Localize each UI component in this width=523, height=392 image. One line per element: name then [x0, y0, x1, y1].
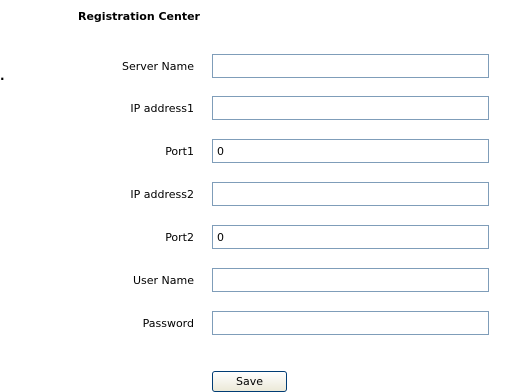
ip-address1-field[interactable] — [212, 96, 489, 120]
port2-field[interactable] — [212, 225, 489, 249]
ip-address2-label: IP address2 — [130, 188, 194, 201]
password-label: Password — [142, 317, 194, 330]
port2-row: Port2 — [0, 225, 523, 251]
password-field[interactable] — [212, 311, 489, 335]
user-name-row: User Name — [0, 268, 523, 294]
port1-field[interactable] — [212, 139, 489, 163]
user-name-label: User Name — [132, 274, 194, 287]
password-row: Password — [0, 311, 523, 337]
server-name-row: Server Name — [0, 54, 523, 80]
port1-label: Port1 — [165, 145, 194, 158]
page-title: Registration Center — [78, 10, 200, 23]
port2-label: Port2 — [165, 231, 194, 244]
server-name-field[interactable] — [212, 54, 489, 78]
ip-address2-field[interactable] — [212, 182, 489, 206]
ip-address2-row: IP address2 — [0, 182, 523, 208]
server-name-label: Server Name — [121, 60, 194, 73]
ip-address1-row: IP address1 — [0, 96, 523, 122]
save-button[interactable]: Save — [212, 371, 287, 392]
port1-row: Port1 — [0, 139, 523, 165]
user-name-field[interactable] — [212, 268, 489, 292]
ip-address1-label: IP address1 — [130, 102, 194, 115]
